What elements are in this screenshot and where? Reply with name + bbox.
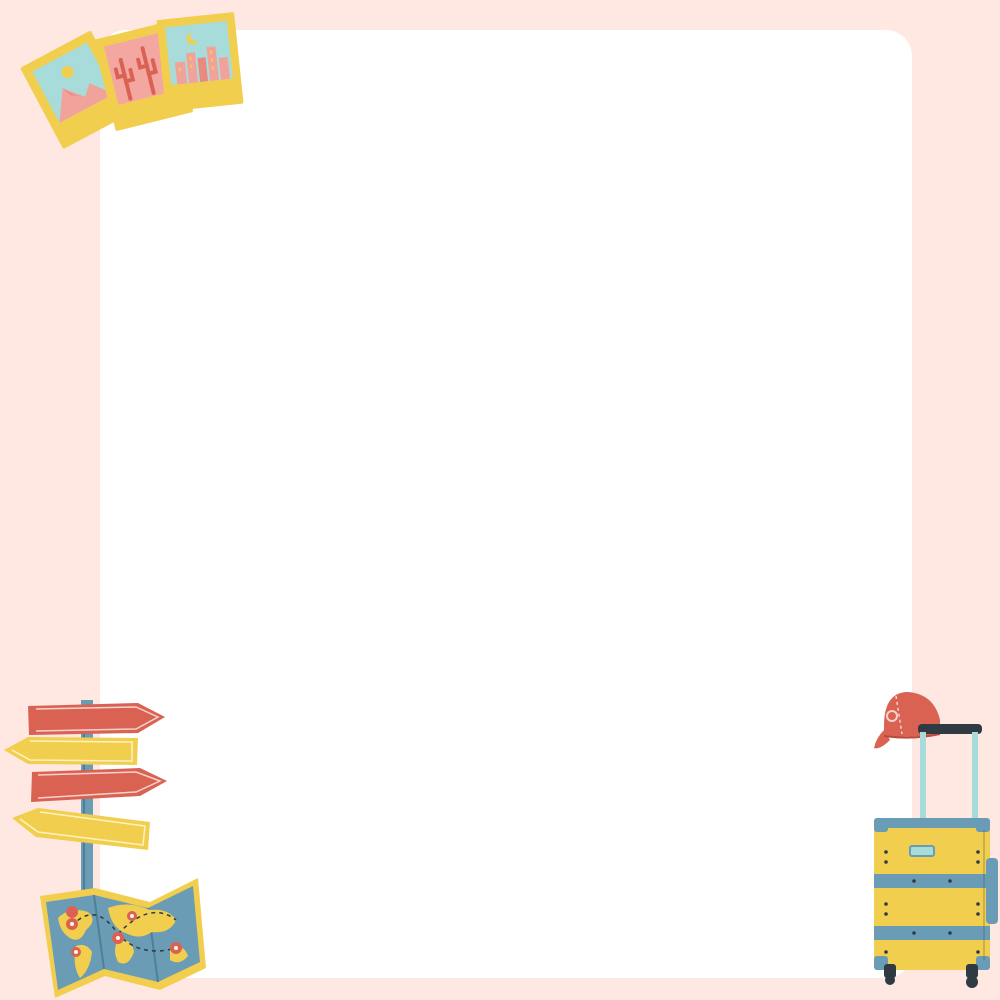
polaroid-city-icon bbox=[156, 12, 244, 112]
frame-canvas bbox=[0, 0, 1000, 1000]
travel-frame bbox=[0, 0, 1000, 1000]
content-panel bbox=[100, 30, 912, 978]
